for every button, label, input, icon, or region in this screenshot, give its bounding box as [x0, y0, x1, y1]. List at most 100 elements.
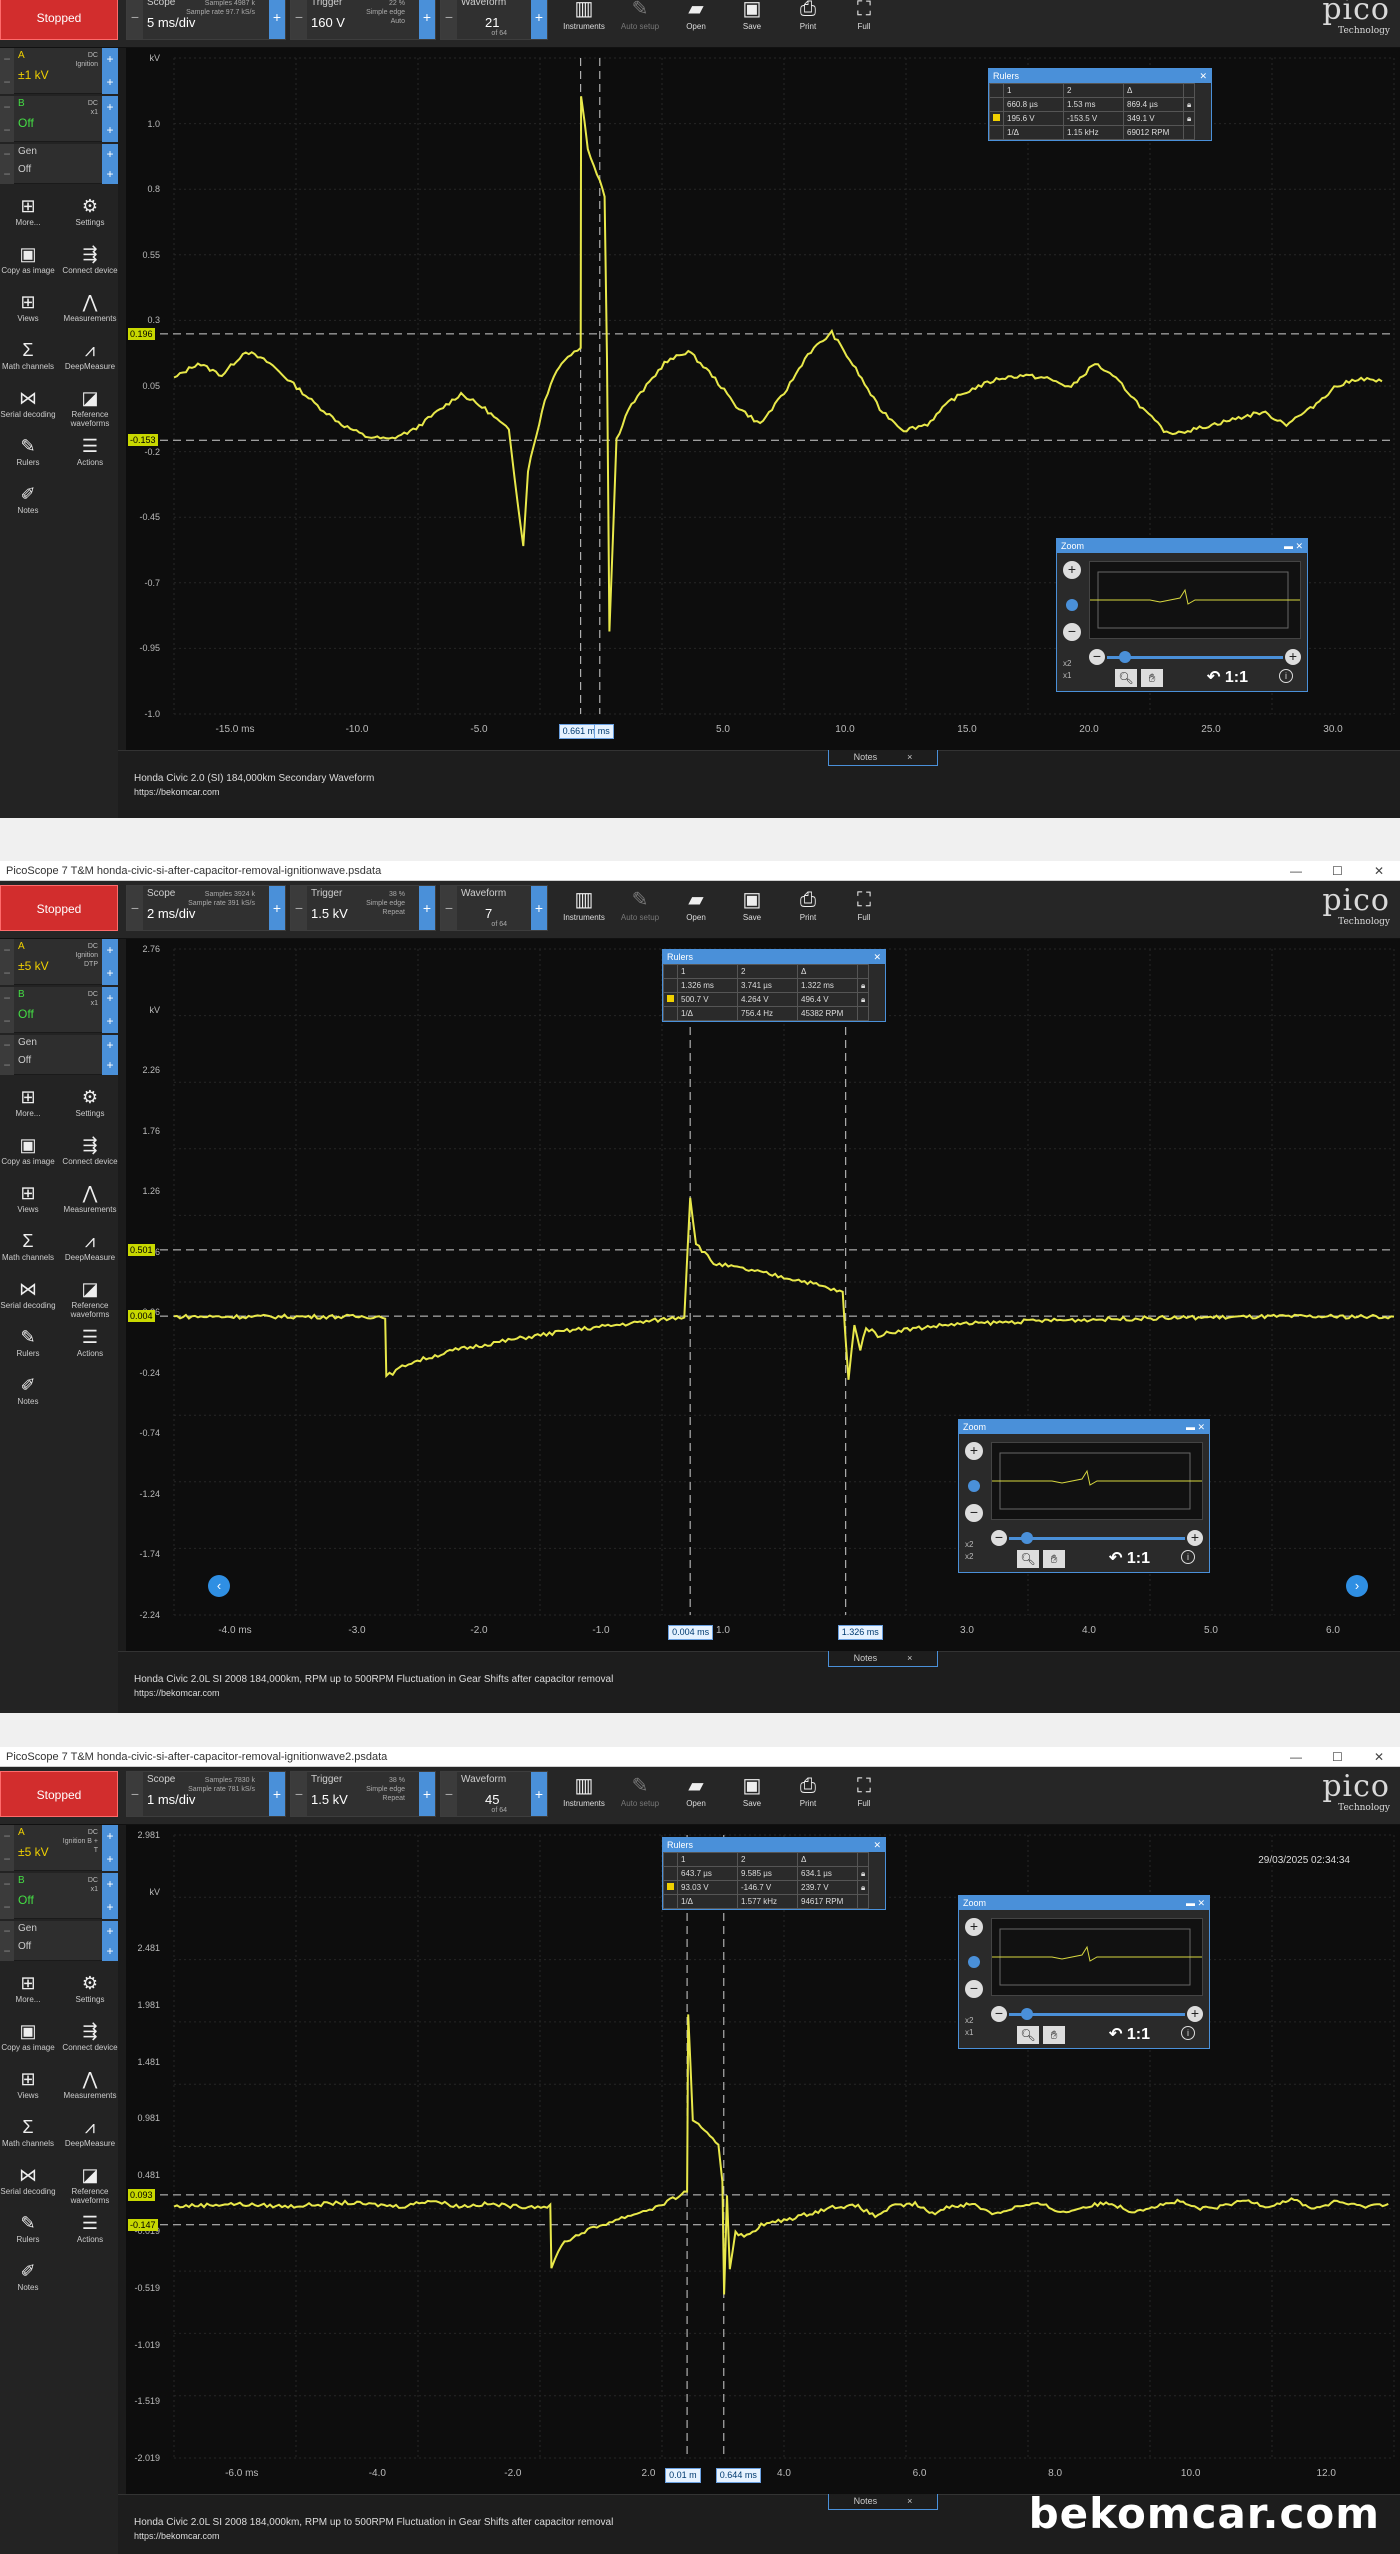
- save-button[interactable]: ▣ Save: [726, 0, 778, 42]
- time-ruler-marker[interactable]: 0.01 m: [665, 2468, 701, 2483]
- more-button[interactable]: ⊞ More...: [0, 1971, 56, 2019]
- reference-waveforms-button[interactable]: ◪ Reference waveforms: [62, 1277, 118, 1325]
- notes-tab[interactable]: Notes ×: [828, 750, 938, 766]
- info-icon[interactable]: i: [1181, 1550, 1195, 1564]
- rulers-button[interactable]: ✎ Rulers: [0, 1325, 56, 1373]
- measurements-button[interactable]: ⋀ Measurements: [62, 2067, 118, 2115]
- decrease-icon[interactable]: − −: [0, 1035, 14, 1075]
- channel-a[interactable]: − − A ±1 kV DC Ignition + +: [0, 48, 118, 94]
- zoom-reset-1to1[interactable]: ↶ 1:1: [1109, 1548, 1150, 1568]
- close-icon[interactable]: ×: [907, 1653, 912, 1663]
- increase-icon[interactable]: +: [269, 0, 285, 39]
- lock-icon[interactable]: 🔒︎: [856, 992, 870, 1007]
- hand-icon[interactable]: ✋︎: [1043, 2026, 1065, 2044]
- channel-a[interactable]: − − A ±5 kV DC Ignition DTP + +: [0, 939, 118, 985]
- print-button[interactable]: ⎙ Print: [782, 887, 834, 933]
- generator[interactable]: − − Gen Off + +: [0, 144, 118, 184]
- close-icon[interactable]: ×: [907, 2496, 912, 2506]
- notes-side-button[interactable]: ✐ Notes: [0, 2259, 56, 2307]
- copy-image-button[interactable]: ▣ Copy as image: [0, 1133, 56, 1181]
- deepmeasure-button[interactable]: ⩘ DeepMeasure: [62, 2115, 118, 2163]
- increase-icon[interactable]: + +: [102, 1825, 118, 1871]
- zoom-out-icon[interactable]: −: [1063, 623, 1081, 641]
- channel-b[interactable]: − − B Off DC x1 + +: [0, 987, 118, 1033]
- increase-icon[interactable]: +: [419, 886, 435, 930]
- auto-setup-button[interactable]: ✎ Auto setup: [614, 0, 666, 42]
- ruler-value-label[interactable]: -0.153: [128, 434, 158, 447]
- ruler-value-label[interactable]: 0.093: [128, 2188, 155, 2201]
- info-icon[interactable]: i: [1181, 2026, 1195, 2040]
- full-screen-button[interactable]: ⛶ Full: [838, 1773, 890, 1819]
- open-button[interactable]: ▰ Open: [670, 1773, 722, 1819]
- maximize-icon[interactable]: ☐: [1332, 861, 1343, 881]
- views-button[interactable]: ⊞ Views: [0, 2067, 56, 2115]
- deepmeasure-button[interactable]: ⩘ DeepMeasure: [62, 338, 118, 386]
- copy-image-button[interactable]: ▣ Copy as image: [0, 2019, 56, 2067]
- generator[interactable]: − − Gen Off + +: [0, 1921, 118, 1961]
- serial-decoding-button[interactable]: ⋈ Serial decoding: [0, 1277, 56, 1325]
- zoom-out-horizontal-icon[interactable]: −: [991, 2006, 1007, 2022]
- close-icon[interactable]: ▬ ✕: [1284, 539, 1303, 553]
- increase-icon[interactable]: +: [269, 1772, 285, 1816]
- settings-button[interactable]: ⚙ Settings: [62, 194, 118, 242]
- zoom-out-horizontal-icon[interactable]: −: [1089, 649, 1105, 665]
- measurements-button[interactable]: ⋀ Measurements: [62, 1181, 118, 1229]
- rulers-button[interactable]: ✎ Rulers: [0, 2211, 56, 2259]
- more-button[interactable]: ⊞ More...: [0, 194, 56, 242]
- stopped-button[interactable]: Stopped: [0, 0, 118, 40]
- channel-b[interactable]: − − B Off DC x1 + +: [0, 96, 118, 142]
- increase-icon[interactable]: +: [269, 886, 285, 930]
- decrease-icon[interactable]: −: [127, 0, 143, 39]
- ruler-value-label[interactable]: 0.004: [128, 1310, 155, 1323]
- scope-timebase[interactable]: − Scope 1 ms/div Samples 7830 k Sample rate …: [126, 1771, 286, 1817]
- decrease-icon[interactable]: −: [127, 1772, 143, 1816]
- waveform-selector[interactable]: − Waveform 45 of 64 +: [440, 1771, 548, 1817]
- previous-waveform-arrow-icon[interactable]: ‹: [208, 1575, 230, 1597]
- decrease-icon[interactable]: −: [441, 1772, 457, 1816]
- zoom-minimap[interactable]: [991, 1442, 1203, 1520]
- increase-icon[interactable]: + +: [102, 939, 118, 985]
- close-icon[interactable]: ✕: [1374, 861, 1384, 881]
- zoom-overview-panel[interactable]: Zoom ▬ ✕ + − − + x2 x2 🔍︎ ✋︎ ↶ 1:1 i: [958, 1419, 1210, 1573]
- decrease-icon[interactable]: − −: [0, 96, 14, 142]
- increase-icon[interactable]: + +: [102, 48, 118, 94]
- zoom-in-icon[interactable]: +: [965, 1442, 983, 1460]
- measurements-button[interactable]: ⋀ Measurements: [62, 290, 118, 338]
- save-button[interactable]: ▣ Save: [726, 1773, 778, 1819]
- auto-setup-button[interactable]: ✎ Auto setup: [614, 1773, 666, 1819]
- close-icon[interactable]: ✕: [1374, 1747, 1384, 1767]
- zoom-in-horizontal-icon[interactable]: +: [1187, 1530, 1203, 1546]
- math-channels-button[interactable]: Σ Math channels: [0, 2115, 56, 2163]
- zoom-reset-1to1[interactable]: ↶ 1:1: [1109, 2024, 1150, 2044]
- connect-device-button[interactable]: ⇶ Connect device: [62, 2019, 118, 2067]
- close-icon[interactable]: ✕: [873, 950, 881, 964]
- ruler-value-label[interactable]: 0.501: [128, 1243, 155, 1256]
- horizontal-zoom-slider[interactable]: [1009, 1537, 1185, 1540]
- actions-button[interactable]: ☰ Actions: [62, 1325, 118, 1373]
- open-button[interactable]: ▰ Open: [670, 887, 722, 933]
- hand-icon[interactable]: ✋︎: [1141, 669, 1163, 687]
- connect-device-button[interactable]: ⇶ Connect device: [62, 1133, 118, 1181]
- increase-icon[interactable]: + +: [102, 144, 118, 184]
- close-icon[interactable]: ▬ ✕: [1186, 1420, 1205, 1434]
- zoom-minimap[interactable]: [1089, 561, 1301, 639]
- notes-side-button[interactable]: ✐ Notes: [0, 482, 56, 530]
- increase-icon[interactable]: + +: [102, 987, 118, 1033]
- full-screen-button[interactable]: ⛶ Full: [838, 887, 890, 933]
- decrease-icon[interactable]: − −: [0, 1921, 14, 1961]
- close-icon[interactable]: ×: [907, 752, 912, 762]
- time-ruler-marker[interactable]: 0.004 ms: [668, 1625, 714, 1640]
- zoom-minimap[interactable]: [991, 1918, 1203, 1996]
- lock-icon[interactable]: 🔒︎: [856, 1866, 870, 1881]
- serial-decoding-button[interactable]: ⋈ Serial decoding: [0, 386, 56, 434]
- close-icon[interactable]: ▬ ✕: [1186, 1896, 1205, 1910]
- increase-icon[interactable]: + +: [102, 1873, 118, 1919]
- zoom-out-horizontal-icon[interactable]: −: [991, 1530, 1007, 1546]
- decrease-icon[interactable]: − −: [0, 144, 14, 184]
- close-icon[interactable]: ✕: [1199, 69, 1207, 83]
- ruler-value-label[interactable]: 0.196: [128, 327, 155, 340]
- zoom-out-icon[interactable]: −: [965, 1980, 983, 1998]
- zoom-slider-knob[interactable]: [1066, 599, 1078, 611]
- horizontal-zoom-knob[interactable]: [1119, 651, 1131, 663]
- decrease-icon[interactable]: − −: [0, 1825, 14, 1871]
